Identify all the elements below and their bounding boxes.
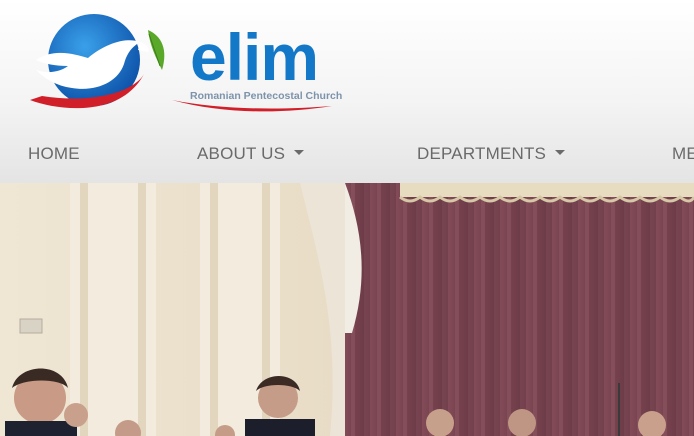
nav-about-us[interactable]: ABOUT US: [197, 144, 305, 164]
nav-media-label: ME: [672, 144, 694, 163]
brand-name: elim: [190, 20, 319, 94]
caret-down-icon: [294, 150, 305, 156]
nav-media[interactable]: ME: [672, 144, 694, 164]
site-logo[interactable]: elim Romanian Pentecostal Church: [22, 8, 342, 118]
nav-home-label: HOME: [28, 144, 80, 163]
site-header: elim Romanian Pentecostal Church HOME AB…: [0, 0, 694, 183]
main-nav: HOME ABOUT US DEPARTMENTS ME: [0, 130, 694, 180]
hero-image: [0, 183, 694, 436]
nav-home[interactable]: HOME: [28, 144, 80, 164]
church-choir-photo: [0, 183, 694, 436]
nav-departments-label: DEPARTMENTS: [417, 144, 547, 163]
logo-swoosh: [172, 100, 332, 112]
nav-about-us-label: ABOUT US: [197, 144, 286, 163]
dove-globe-icon: [30, 14, 165, 109]
nav-departments[interactable]: DEPARTMENTS: [417, 144, 566, 164]
caret-down-icon: [555, 150, 566, 156]
